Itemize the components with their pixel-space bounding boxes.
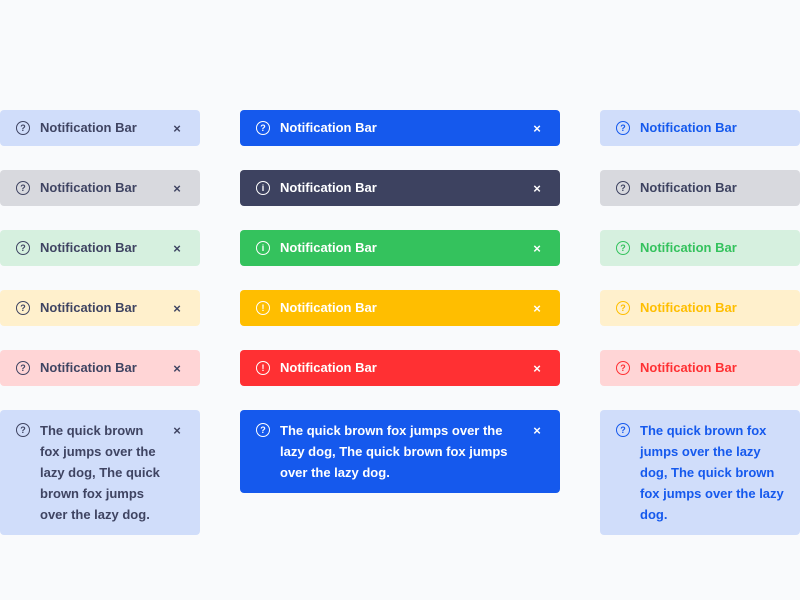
notification-text: Notification Bar [40, 180, 137, 195]
question-icon: ? [16, 241, 30, 255]
close-icon[interactable]: × [530, 301, 544, 316]
question-icon: ? [616, 301, 630, 315]
notification-text: Notification Bar [640, 180, 737, 195]
info-icon: i [256, 181, 270, 195]
question-icon: ? [16, 301, 30, 315]
notification-text: The quick brown fox jumps over the lazy … [280, 423, 508, 480]
question-icon: ? [16, 181, 30, 195]
notification-bar-primary-left: ? Notification Bar × [0, 110, 200, 146]
notification-text: Notification Bar [280, 120, 377, 135]
notification-bar-success-left: ? Notification Bar × [0, 230, 200, 266]
question-icon: ? [16, 423, 30, 437]
notification-text: Notification Bar [40, 240, 137, 255]
notification-text: Notification Bar [280, 360, 377, 375]
question-icon: ? [16, 121, 30, 135]
question-icon: ? [256, 423, 270, 437]
question-icon: ? [616, 181, 630, 195]
close-icon[interactable]: × [530, 121, 544, 136]
close-icon[interactable]: × [170, 361, 184, 376]
close-icon[interactable]: × [530, 361, 544, 376]
notification-bar-dark-right: ? Notification Bar [600, 170, 800, 206]
notification-bar-primary-long-left: ? The quick brown fox jumps over the lazy… [0, 410, 200, 535]
notification-bar-primary-right: ? Notification Bar [600, 110, 800, 146]
close-icon[interactable]: × [530, 420, 544, 441]
exclamation-icon: ! [256, 361, 270, 375]
close-icon[interactable]: × [530, 181, 544, 196]
notification-bar-danger-left: ? Notification Bar × [0, 350, 200, 386]
close-icon[interactable]: × [170, 420, 184, 441]
notification-text: Notification Bar [640, 360, 737, 375]
notification-text: Notification Bar [40, 300, 137, 315]
notification-text: Notification Bar [640, 240, 737, 255]
notification-bar-warning-middle: ! Notification Bar × [240, 290, 560, 326]
question-icon: ? [256, 121, 270, 135]
question-icon: ? [616, 361, 630, 375]
notification-bar-warning-right: ? Notification Bar [600, 290, 800, 326]
close-icon[interactable]: × [530, 241, 544, 256]
close-icon[interactable]: × [170, 121, 184, 136]
notification-text: Notification Bar [40, 360, 137, 375]
question-icon: ? [616, 423, 630, 437]
notification-bar-danger-right: ? Notification Bar [600, 350, 800, 386]
notification-bar-success-middle: i Notification Bar × [240, 230, 560, 266]
question-icon: ? [16, 361, 30, 375]
notification-text: Notification Bar [280, 180, 377, 195]
notification-bar-primary-middle: ? Notification Bar × [240, 110, 560, 146]
notification-text: Notification Bar [40, 120, 137, 135]
notification-text: Notification Bar [640, 120, 737, 135]
notification-bar-primary-long-right: ? The quick brown fox jumps over the lazy… [600, 410, 800, 535]
question-icon: ? [616, 121, 630, 135]
notification-bar-danger-middle: ! Notification Bar × [240, 350, 560, 386]
exclamation-icon: ! [256, 301, 270, 315]
notification-text: The quick brown fox jumps over the lazy … [640, 423, 784, 522]
notification-text: Notification Bar [280, 300, 377, 315]
info-icon: i [256, 241, 270, 255]
notification-bar-success-right: ? Notification Bar [600, 230, 800, 266]
notification-text: Notification Bar [640, 300, 737, 315]
notification-bar-primary-long-middle: ? The quick brown fox jumps over the lazy… [240, 410, 560, 493]
close-icon[interactable]: × [170, 301, 184, 316]
notification-text: The quick brown fox jumps over the lazy … [40, 423, 160, 522]
notification-bar-dark-middle: i Notification Bar × [240, 170, 560, 206]
close-icon[interactable]: × [170, 241, 184, 256]
notification-text: Notification Bar [280, 240, 377, 255]
notification-bar-dark-left: ? Notification Bar × [0, 170, 200, 206]
question-icon: ? [616, 241, 630, 255]
close-icon[interactable]: × [170, 181, 184, 196]
notification-bar-warning-left: ? Notification Bar × [0, 290, 200, 326]
